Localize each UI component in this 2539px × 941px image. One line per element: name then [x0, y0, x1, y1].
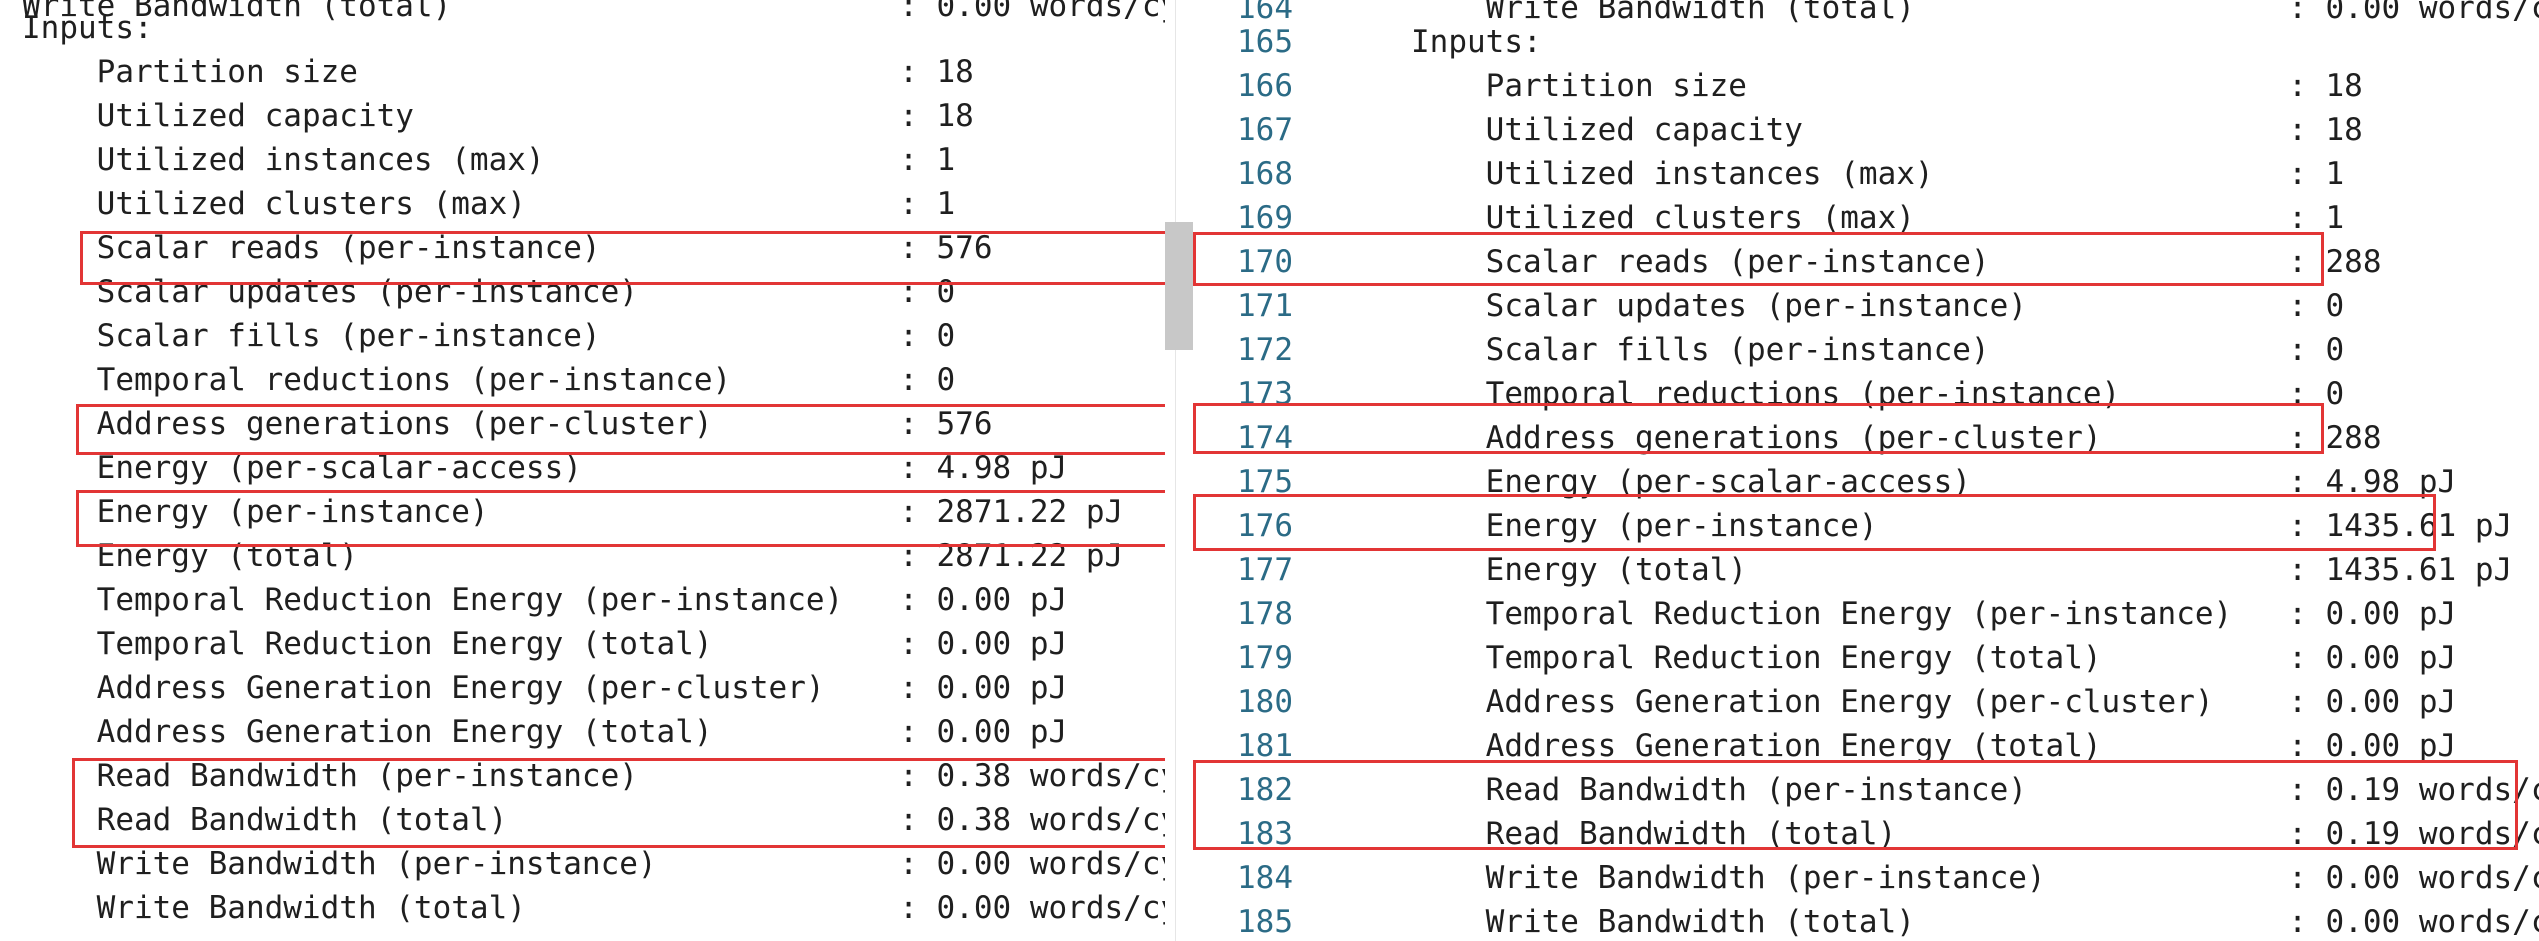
highlight-box-address-generations	[76, 404, 1165, 455]
left-editor-pane[interactable]: Write Bandwidth (total) : 0.00 words/cyc…	[0, 0, 1165, 941]
line-number: 177	[1237, 552, 1293, 588]
line-number: 185	[1237, 904, 1293, 940]
pane-divider[interactable]	[1175, 0, 1176, 941]
line-number: 178	[1237, 596, 1293, 632]
highlight-box-scalar-reads	[1193, 232, 2324, 286]
highlight-box-address-generations	[1193, 403, 2324, 454]
line-number: 168	[1237, 156, 1293, 192]
highlight-box-energy-per-instance	[76, 490, 1165, 547]
line-number: 166	[1237, 68, 1293, 104]
line-number: 165	[1237, 24, 1293, 60]
highlight-box-energy-per-instance	[1193, 494, 2436, 551]
line-number: 179	[1237, 640, 1293, 676]
line-number: 171	[1237, 288, 1293, 324]
right-editor-pane[interactable]: 164 Write Bandwidth (total) : 0.00 words…	[1193, 0, 2539, 941]
line-number: 172	[1237, 332, 1293, 368]
line-number: 167	[1237, 112, 1293, 148]
line-number: 184	[1237, 860, 1293, 896]
highlight-box-scalar-reads	[80, 231, 1165, 285]
highlight-box-read-bandwidth	[72, 758, 1165, 848]
line-number: 180	[1237, 684, 1293, 720]
scrollbar-thumb[interactable]	[1165, 222, 1193, 350]
highlight-box-read-bandwidth	[1193, 760, 2518, 850]
